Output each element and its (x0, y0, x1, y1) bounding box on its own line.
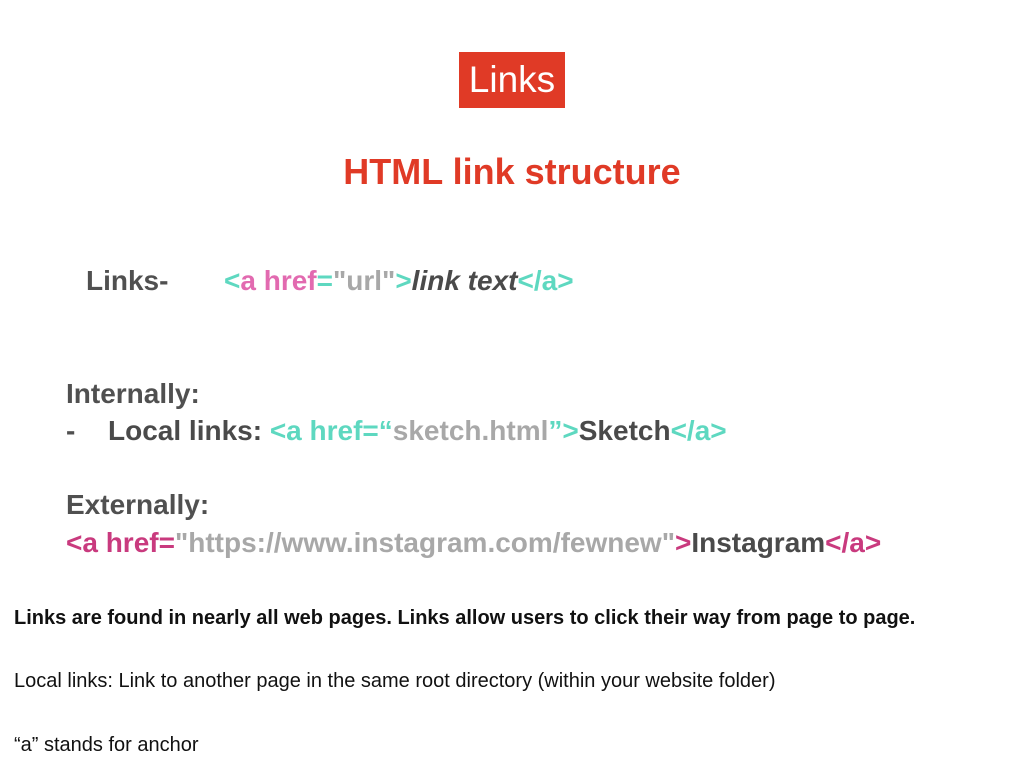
internal-open-tag: <a href=“ (269, 415, 393, 446)
internal-dash: - (66, 415, 76, 446)
internal-line: Local links: <a href=“sketch.html”>Sketc… (108, 413, 727, 449)
external-gt: > (674, 527, 692, 558)
slide-title: Links (459, 52, 565, 108)
internal-href: sketch.html (392, 415, 549, 446)
internal-close-quote: ”> (548, 415, 579, 446)
external-heading: Externally: (66, 489, 210, 520)
internal-label: Local links: (108, 415, 270, 446)
external-line: <a href="https://www.instagram.com/fewne… (66, 525, 881, 561)
code-close-tag: </a> (517, 265, 574, 296)
internal-close-tag: </a> (670, 415, 727, 446)
code-attr: a href (240, 265, 317, 296)
external-link-text: Instagram (691, 527, 826, 558)
external-open-tag: <a href= (66, 527, 175, 558)
note-anchor: “a” stands for anchor (14, 734, 199, 756)
code-eq: = (316, 265, 333, 296)
note-local-links: Local links: Link to another page in the… (14, 670, 776, 692)
code-lt: < (224, 265, 241, 296)
internal-heading: Internally: (66, 378, 200, 409)
note-links-found: Links are found in nearly all web pages.… (14, 607, 916, 629)
code-url: "url" (332, 265, 396, 296)
code-link-text: link text (411, 265, 518, 296)
slide-subtitle: HTML link structure (343, 151, 681, 192)
structure-label: Links- (86, 265, 169, 296)
code-gt: > (395, 265, 412, 296)
external-href: "https://www.instagram.com/fewnew" (174, 527, 675, 558)
external-close-tag: </a> (825, 527, 882, 558)
structure-code: <a href="url">link text</a> (224, 263, 574, 299)
internal-link-text: Sketch (578, 415, 671, 446)
